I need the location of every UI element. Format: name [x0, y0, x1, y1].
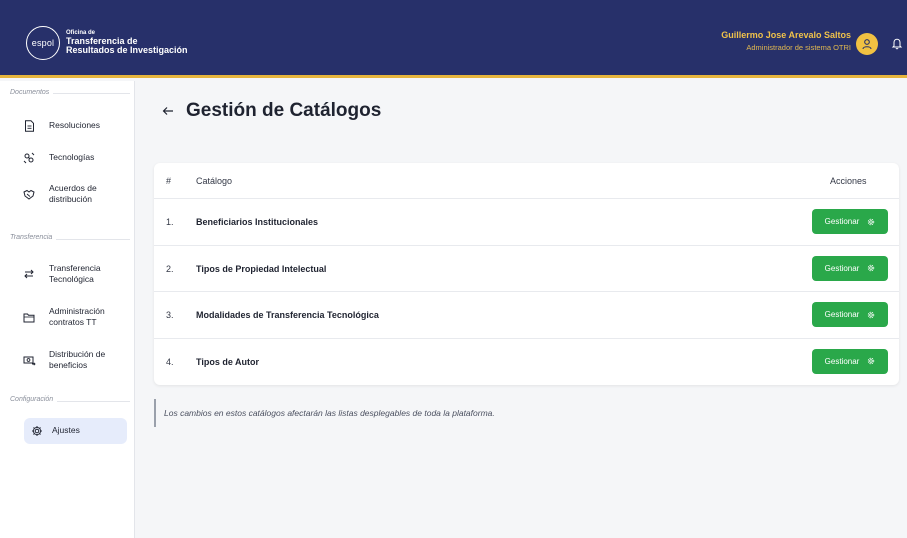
- bell-icon: [891, 38, 903, 49]
- transfer-icon: [22, 267, 36, 281]
- row-number: 3.: [166, 310, 174, 320]
- sidebar: Documentos Resoluciones Tecnologías Acue…: [0, 81, 135, 538]
- sidebar-item-label: Distribución de beneficios: [49, 348, 106, 370]
- column-header-actions: Acciones: [830, 176, 867, 186]
- page-header: Gestión de Catálogos: [160, 100, 381, 122]
- manage-button[interactable]: Gestionar: [812, 348, 888, 374]
- table-row: 4. Tipos de Autor Gestionar: [154, 339, 899, 386]
- info-note-text: Los cambios en estos catálogos afectarán…: [164, 408, 495, 418]
- manage-button-label: Gestionar: [824, 263, 860, 273]
- sidebar-item-label: Administración contratos TT: [49, 305, 105, 327]
- back-button[interactable]: [160, 103, 176, 119]
- gear-icon: [866, 357, 875, 366]
- user-role: Administrador de sistema OTRI: [746, 43, 851, 52]
- manage-button[interactable]: Gestionar: [812, 255, 888, 281]
- sidebar-item-beneficios[interactable]: Distribución de beneficios: [22, 345, 127, 375]
- catalog-name: Modalidades de Transferencia Tecnológica: [196, 310, 379, 320]
- catalog-name: Tipos de Propiedad Intelectual: [196, 263, 327, 274]
- manage-button-label: Gestionar: [824, 217, 860, 226]
- sidebar-item-label: Tecnologías: [49, 152, 95, 163]
- page-title: Gestión de Catálogos: [186, 100, 382, 121]
- sidebar-item-label: Acuerdos de distribución: [49, 182, 97, 204]
- benefits-icon: [22, 353, 36, 367]
- notifications-bell[interactable]: [890, 36, 904, 50]
- sidebar-item-acuerdos[interactable]: Acuerdos de distribución: [22, 179, 127, 209]
- row-number: 4.: [166, 356, 174, 367]
- column-header-number: #: [166, 176, 172, 186]
- table-header: # Catálogo Acciones: [154, 163, 899, 199]
- manage-button[interactable]: Gestionar: [812, 302, 888, 327]
- arrow-left-icon: [162, 107, 173, 115]
- row-number: 1.: [166, 217, 174, 227]
- logo-badge: espol: [26, 26, 60, 60]
- catalog-name: Tipos de Autor: [196, 356, 259, 367]
- sidebar-item-ajustes[interactable]: Ajustes: [24, 418, 127, 444]
- logo-text: Oficina de Transferencia de Resultados d…: [66, 30, 188, 55]
- manage-button-label: Gestionar: [824, 356, 860, 366]
- manage-button-label: Gestionar: [824, 310, 860, 319]
- catalog-table: # Catálogo Acciones 1. Beneficiarios Ins…: [154, 163, 899, 385]
- document-icon: [22, 119, 36, 133]
- column-header-catalog: Catálogo: [196, 176, 233, 186]
- gear-icon: [866, 264, 875, 273]
- user-name: Guillermo Jose Arevalo Saltos: [721, 30, 851, 40]
- logo-line-2: Resultados de Investigación: [66, 45, 188, 56]
- sidebar-item-label: Resoluciones: [49, 120, 101, 131]
- catalog-name: Beneficiarios Institucionales: [196, 217, 319, 227]
- sidebar-item-label: Transferencia Tecnológica: [49, 262, 101, 284]
- avatar[interactable]: [856, 33, 878, 55]
- gear-icon: [866, 217, 875, 226]
- sidebar-item-tecnologias[interactable]: Tecnologías: [22, 149, 127, 167]
- gear-icon: [30, 424, 44, 438]
- tech-icon: [22, 151, 36, 165]
- sidebar-item-transferencia-tecnologica[interactable]: Transferencia Tecnológica: [22, 259, 127, 289]
- user-info: Guillermo Jose Arevalo Saltos Administra…: [721, 30, 851, 52]
- section-label-documentos: Documentos: [10, 89, 54, 96]
- table-row: 3. Modalidades de Transferencia Tecnológ…: [154, 292, 899, 339]
- table-row: 2. Tipos de Propiedad Intelectual Gestio…: [154, 246, 899, 292]
- section-label-transferencia: Transferencia: [10, 234, 57, 241]
- handshake-icon: [22, 187, 36, 201]
- top-header: espol Oficina de Transferencia de Result…: [0, 0, 907, 78]
- gear-icon: [866, 310, 875, 319]
- sidebar-item-contratos[interactable]: Administración contratos TT: [22, 302, 127, 332]
- sidebar-item-resoluciones[interactable]: Resoluciones: [22, 117, 127, 135]
- row-number: 2.: [166, 263, 174, 274]
- folder-icon: [22, 310, 36, 324]
- sidebar-item-label: Ajustes: [52, 425, 80, 436]
- section-label-configuracion: Configuración: [10, 396, 58, 403]
- app-logo[interactable]: espol Oficina de Transferencia de Result…: [26, 26, 188, 60]
- info-note: Los cambios en estos catálogos afectarán…: [154, 399, 634, 427]
- table-row: 1. Beneficiarios Institucionales Gestion…: [154, 199, 899, 246]
- user-icon: [862, 39, 872, 50]
- manage-button[interactable]: Gestionar: [812, 209, 888, 234]
